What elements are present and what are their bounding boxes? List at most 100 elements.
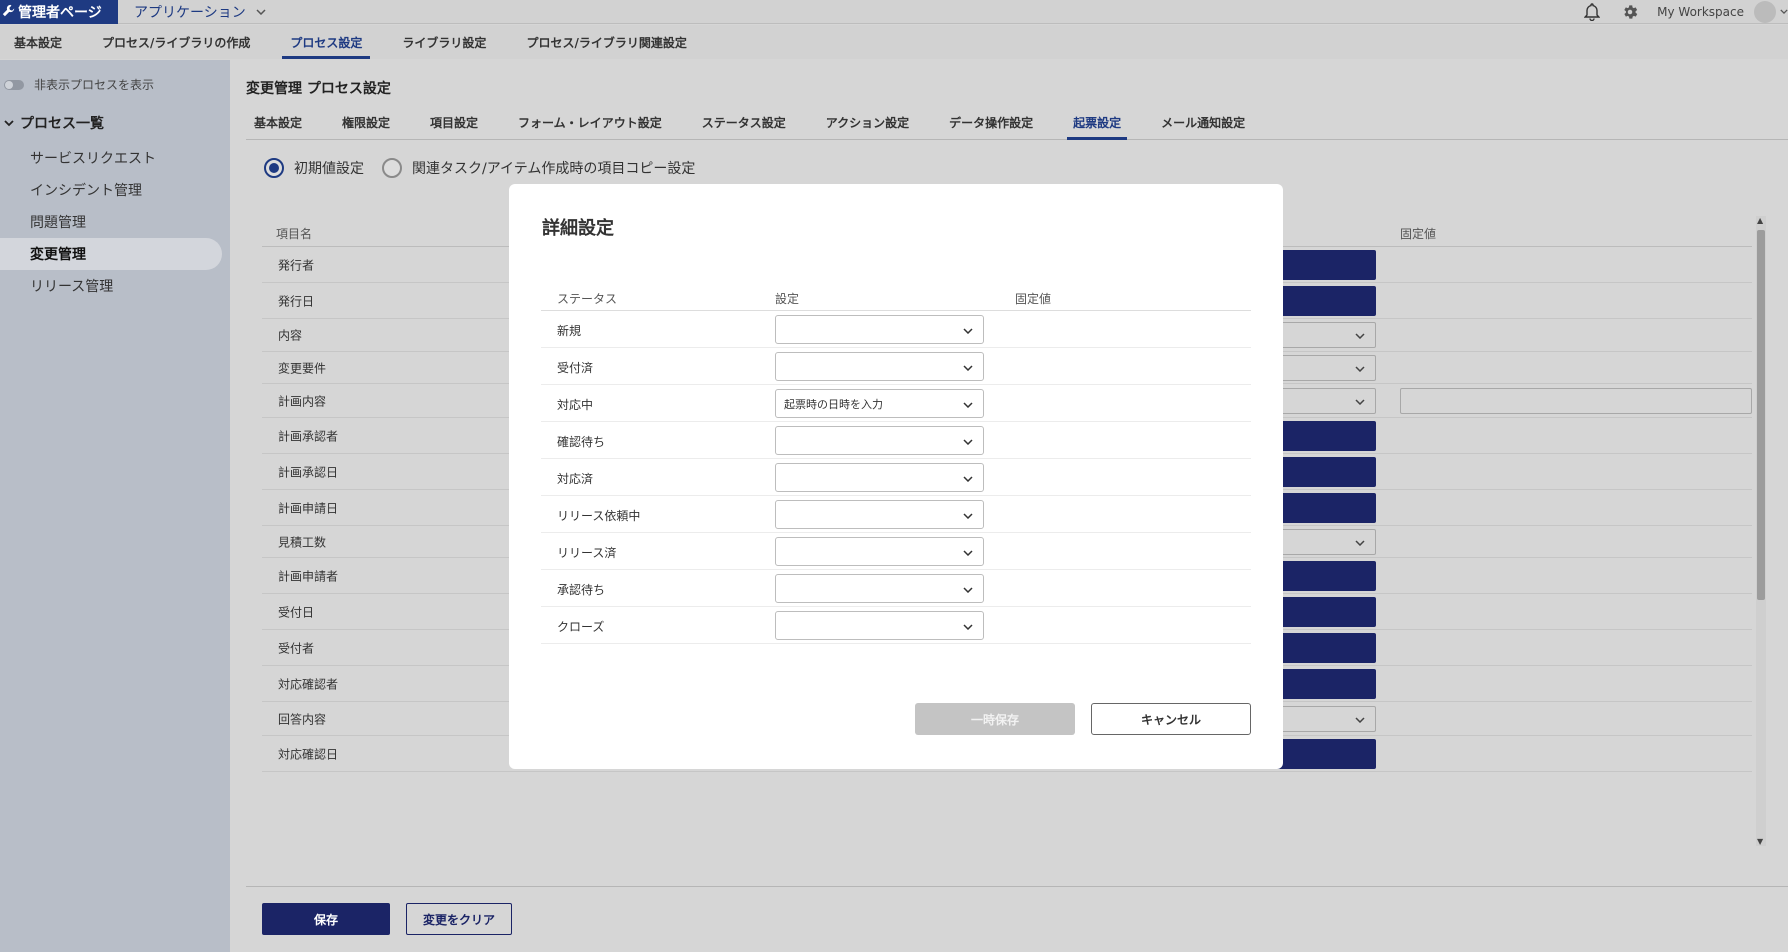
main-nav: 基本設定 プロセス/ライブラリの作成 プロセス設定 ライブラリ設定 プロセス/ラ… [0, 25, 1788, 59]
status-label: リリース済 [557, 546, 617, 560]
application-menu-label: アプリケーション [134, 5, 246, 21]
table-row: リリース済 [541, 533, 1251, 570]
chevron-down-icon[interactable] [1780, 7, 1788, 17]
radio-initial-value[interactable] [264, 158, 284, 178]
row-field-name: 受付日 [278, 605, 315, 619]
chevron-down-icon [256, 7, 266, 18]
sidebar-item-problem[interactable]: 問題管理 [0, 206, 230, 238]
save-button[interactable]: 保存 [262, 903, 390, 935]
hidden-process-toggle-label: 非表示プロセスを表示 [34, 78, 155, 92]
row-field-name: 発行日 [278, 294, 315, 308]
tab-form-layout[interactable]: フォーム・レイアウト設定 [518, 106, 662, 140]
table-row: 対応中 起票時の日時を入力 [541, 385, 1251, 422]
row-field-name: 内容 [278, 328, 303, 343]
sidebar-item-release[interactable]: リリース管理 [0, 270, 230, 302]
mode-radio-group: 初期値設定 関連タスク/アイテム作成時の項目コピー設定 [264, 158, 713, 178]
chevron-down-icon [963, 361, 973, 374]
modal-title: 詳細設定 [542, 218, 614, 239]
chevron-down-icon [963, 620, 973, 633]
tab-data-operation[interactable]: データ操作設定 [949, 106, 1033, 140]
table-row: 新規 [541, 311, 1251, 348]
row-field-name: 受付者 [278, 641, 315, 655]
row-field-name: 計画申請者 [278, 569, 339, 583]
status-label: 承認待ち [557, 583, 606, 597]
setting-select[interactable] [775, 463, 984, 492]
brand-label: 管理者ページ [18, 5, 102, 21]
chevron-down-icon [963, 472, 973, 485]
table-row: リリース依頼中 [541, 496, 1251, 533]
temp-save-button[interactable]: 一時保存 [915, 703, 1075, 735]
row-field-name: 見積工数 [278, 535, 327, 549]
setting-select[interactable] [775, 426, 984, 455]
chevron-down-icon [963, 509, 973, 522]
tab-ticket-creation[interactable]: 起票設定 [1067, 106, 1128, 140]
cancel-button[interactable]: キャンセル [1091, 703, 1251, 735]
setting-select[interactable]: 起票時の日時を入力 [775, 389, 984, 418]
status-label: リリース依頼中 [557, 509, 641, 523]
process-list-header[interactable]: プロセス一覧 [4, 113, 104, 133]
gear-icon[interactable] [1619, 1, 1641, 23]
row-field-name: 計画承認日 [278, 465, 339, 479]
row-field-name: 対応確認者 [278, 677, 339, 691]
top-bar: 管理者ページ アプリケーション My Workspace [0, 0, 1788, 24]
scroll-up-icon[interactable]: ▲ [1757, 216, 1763, 225]
chevron-down-icon [963, 398, 973, 411]
setting-select[interactable] [775, 500, 984, 529]
modal-table-header: ステータス 設定 固定値 [541, 284, 1251, 311]
nav-process-library-create[interactable]: プロセス/ライブラリの作成 [102, 25, 250, 59]
status-label: 新規 [557, 324, 582, 338]
avatar-icon[interactable] [1754, 1, 1776, 23]
status-label: 確認待ち [557, 435, 606, 449]
sidebar-item-service-request[interactable]: サービスリクエスト [0, 142, 230, 174]
admin-brand[interactable]: 管理者ページ [0, 0, 118, 24]
setting-select-value: 起票時の日時を入力 [784, 397, 883, 411]
tab-mail-notification[interactable]: メール通知設定 [1161, 106, 1245, 140]
application-menu[interactable]: アプリケーション [134, 0, 266, 24]
setting-select[interactable] [775, 352, 984, 381]
radio-copy-setting[interactable] [382, 158, 402, 178]
table-row: 対応済 [541, 459, 1251, 496]
setting-select[interactable] [775, 611, 984, 640]
nav-process-settings[interactable]: プロセス設定 [282, 25, 371, 59]
sidebar: 非表示プロセスを表示 プロセス一覧 サービスリクエスト インシデント管理 問題管… [0, 60, 230, 952]
hidden-process-toggle[interactable] [4, 79, 24, 90]
page-title: 変更管理 プロセス設定 [246, 81, 391, 97]
nav-library-settings[interactable]: ライブラリ設定 [402, 25, 486, 59]
status-label: クローズ [557, 620, 605, 634]
row-field-name: 回答内容 [278, 712, 327, 726]
workspace-name[interactable]: My Workspace [1657, 5, 1744, 19]
bell-icon[interactable] [1581, 1, 1603, 23]
wrench-icon [2, 4, 15, 21]
hidden-process-toggle-row: 非表示プロセスを表示 [4, 76, 154, 93]
setting-select[interactable] [775, 537, 984, 566]
nav-process-library-relations[interactable]: プロセス/ライブラリ関連設定 [526, 25, 686, 59]
scrollbar-thumb[interactable] [1757, 230, 1765, 600]
chevron-down-icon [963, 546, 973, 559]
radio-initial-value-label: 初期値設定 [294, 161, 364, 177]
scroll-down-icon[interactable]: ▼ [1757, 837, 1763, 846]
table-scrollbar[interactable]: ▲ ▼ [1756, 216, 1766, 846]
tab-fields[interactable]: 項目設定 [430, 106, 478, 140]
column-header-fixed: 固定値 [1400, 227, 1437, 241]
clear-changes-button[interactable]: 変更をクリア [406, 903, 512, 935]
fixed-value-input[interactable] [1400, 387, 1752, 414]
process-list: サービスリクエスト インシデント管理 問題管理 変更管理 リリース管理 [0, 142, 230, 302]
status-label: 受付済 [557, 361, 594, 375]
table-row: 確認待ち [541, 422, 1251, 459]
tab-basic[interactable]: 基本設定 [254, 106, 302, 140]
sidebar-item-incident[interactable]: インシデント管理 [0, 174, 230, 206]
setting-select[interactable] [775, 315, 984, 344]
tab-action[interactable]: アクション設定 [826, 106, 909, 140]
sidebar-item-change[interactable]: 変更管理 [0, 238, 222, 270]
tab-permission[interactable]: 権限設定 [342, 106, 390, 140]
row-field-name: 発行者 [278, 258, 315, 272]
column-header-status: ステータス [557, 292, 618, 306]
setting-select[interactable] [775, 574, 984, 603]
nav-basic-settings[interactable]: 基本設定 [14, 25, 62, 59]
chevron-down-icon [4, 117, 14, 130]
column-header-name: 項目名 [276, 227, 313, 241]
settings-tabs: 基本設定 権限設定 項目設定 フォーム・レイアウト設定 ステータス設定 アクショ… [246, 106, 1788, 140]
tab-status[interactable]: ステータス設定 [702, 106, 786, 140]
process-list-header-label: プロセス一覧 [20, 116, 104, 132]
table-row: クローズ [541, 607, 1251, 644]
